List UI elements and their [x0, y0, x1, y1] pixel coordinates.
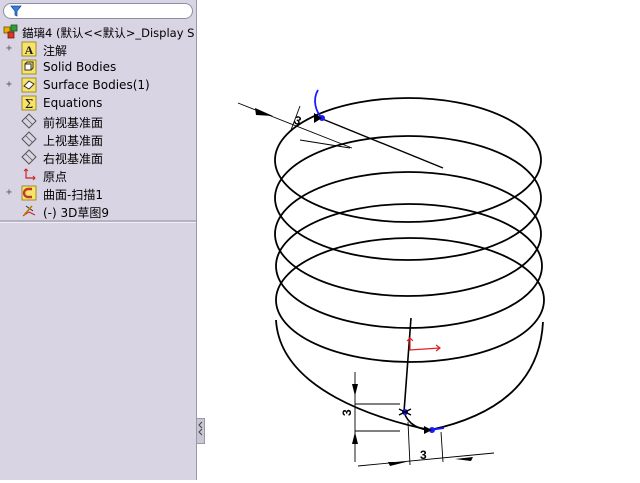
svg-text:Σ: Σ	[25, 97, 33, 111]
tree-item-label: (-) 3D草图9	[43, 206, 110, 220]
helix-coil	[274, 135, 542, 261]
tree-item-top-plane[interactable]: 上视基准面	[0, 130, 196, 148]
tree-item-surface-bodies[interactable]: + Surface Bodies(1)	[0, 76, 196, 94]
plane-icon	[21, 131, 37, 147]
dimension-side-value[interactable]: 3	[340, 409, 354, 416]
tree-root-label: 錨璃4 (默认<<默认>_Display S	[22, 26, 195, 40]
equations-icon: Σ	[21, 95, 37, 111]
plane-icon	[21, 149, 37, 165]
tree-item-label: Solid Bodies	[43, 60, 117, 74]
model-canvas[interactable]: 3 3 3	[197, 0, 640, 480]
surface-bodies-icon	[21, 77, 37, 93]
dimension-side[interactable]: 3	[340, 372, 400, 462]
annotations-icon: A	[21, 41, 37, 57]
part-icon	[3, 23, 19, 39]
solid-bodies-icon	[21, 59, 37, 75]
helix-coil	[274, 171, 542, 297]
tree-item-label: 注解	[43, 44, 68, 58]
dimension-bottom-value[interactable]: 3	[420, 448, 427, 462]
svg-text:A: A	[25, 43, 34, 57]
feature-tree: 錨璃4 (默认<<默认>_Display S + A 注解 Solid Bodi…	[0, 20, 196, 220]
graphics-viewport[interactable]: 3 3 3	[197, 0, 640, 480]
bottom-vertical-line	[403, 317, 412, 413]
helix-coil-back-lower	[429, 321, 544, 431]
tree-item-annotations[interactable]: + A 注解	[0, 40, 196, 58]
origin-icon	[21, 167, 37, 183]
tree-item-label: 曲面-扫描1	[43, 188, 103, 202]
tree-item-front-plane[interactable]: 前视基准面	[0, 112, 196, 130]
tree-item-origin[interactable]: 原点	[0, 166, 196, 184]
tree-item-label: 前视基准面	[43, 116, 104, 130]
dimension-top-value[interactable]: 3	[292, 113, 304, 129]
tree-item-label: Surface Bodies(1)	[43, 78, 150, 92]
tree-item-label: Equations	[43, 96, 103, 110]
tree-item-label: 上视基准面	[43, 134, 104, 148]
end-endpoint-handle	[424, 426, 432, 434]
bottom-lead-lines	[398, 317, 445, 434]
tree-root-part[interactable]: 錨璃4 (默认<<默认>_Display S	[0, 22, 196, 40]
plane-icon	[21, 113, 37, 129]
tree-item-equations[interactable]: Σ Equations	[0, 94, 196, 112]
expand-icon[interactable]: +	[6, 44, 15, 54]
feature-manager-panel: 錨璃4 (默认<<默认>_Display S + A 注解 Solid Bodi…	[0, 0, 197, 480]
dimension-top[interactable]: 3	[237, 102, 353, 149]
tree-item-solid-bodies[interactable]: Solid Bodies	[0, 58, 196, 76]
helix-coils	[274, 97, 545, 431]
tree-item-label: 原点	[43, 170, 68, 184]
expand-icon[interactable]: +	[6, 188, 15, 198]
tree-item-3d-sketch[interactable]: (-) 3D草图9	[0, 202, 196, 220]
filter-icon[interactable]	[10, 5, 22, 20]
tree-item-sweep-surface[interactable]: + 曲面-扫描1	[0, 184, 196, 202]
panel-splitter[interactable]	[0, 220, 196, 223]
tree-item-right-plane[interactable]: 右视基准面	[0, 148, 196, 166]
origin-triad	[406, 337, 441, 352]
top-lead-lines	[314, 89, 444, 169]
expand-icon[interactable]: +	[6, 80, 15, 90]
tree-item-label: 右视基准面	[43, 152, 104, 166]
filter-bar[interactable]	[3, 3, 193, 19]
sweep-surface-icon	[21, 185, 37, 201]
3d-sketch-icon	[21, 203, 37, 219]
